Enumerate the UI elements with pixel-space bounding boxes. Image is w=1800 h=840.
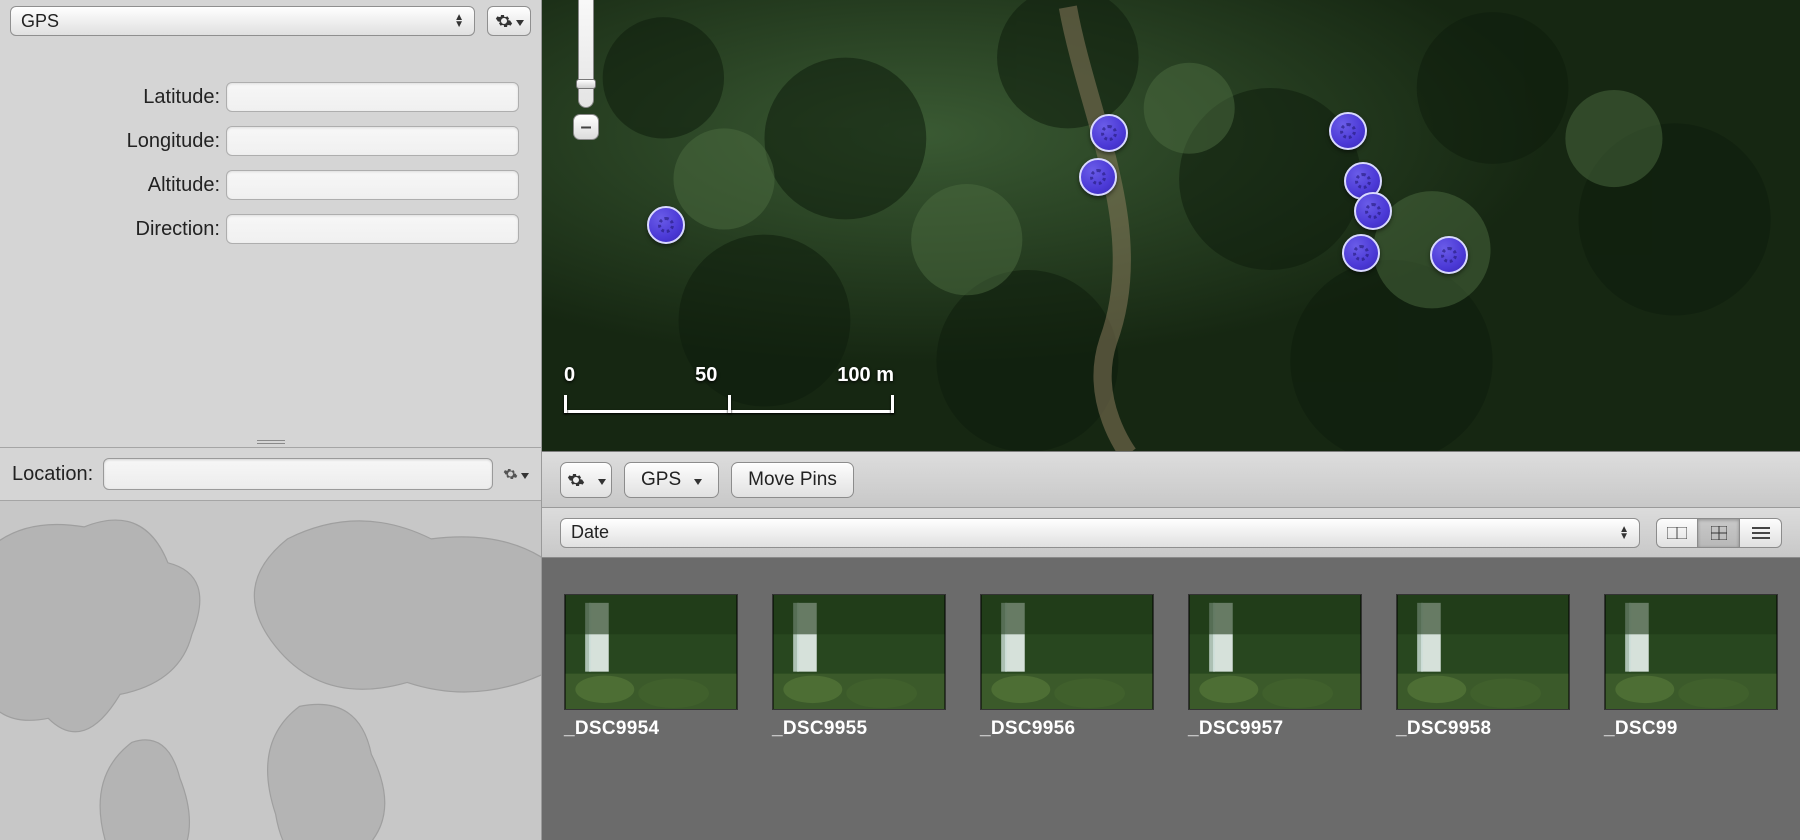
zoom-control: –	[570, 0, 602, 140]
map-settings-button[interactable]	[560, 462, 612, 498]
updown-icon: ▲▼	[454, 14, 464, 28]
map-toolbar: GPS Move Pins	[542, 452, 1800, 508]
thumbnail-image	[1604, 594, 1778, 710]
view-list-button[interactable]	[1740, 518, 1782, 548]
direction-label: Direction:	[22, 218, 226, 241]
location-settings-button[interactable]	[503, 461, 529, 487]
map-pin[interactable]	[1090, 114, 1128, 152]
map-scale-bar: 0 50 100 m	[564, 364, 894, 413]
longitude-input[interactable]	[226, 126, 519, 156]
metadata-view-label: GPS	[21, 11, 59, 32]
chevron-down-icon	[516, 20, 524, 26]
map-canvas[interactable]: – 0 50 100 m	[542, 0, 1800, 452]
latitude-input[interactable]	[226, 82, 519, 112]
view-filmstrip-button[interactable]	[1656, 518, 1698, 548]
map-pin[interactable]	[647, 206, 685, 244]
thumbnail-caption: _DSC9958	[1396, 718, 1570, 740]
view-mode-segmented	[1656, 518, 1782, 548]
location-label: Location:	[12, 463, 93, 486]
sort-select[interactable]: Date ▲▼	[560, 518, 1640, 548]
metadata-sidebar: GPS ▲▼ Latitude: Longitude: Altitude:	[0, 0, 542, 840]
thumbnail[interactable]: _DSC99	[1604, 594, 1778, 740]
thumbnail-image	[1188, 594, 1362, 710]
gear-icon	[503, 465, 518, 483]
filmstrip-icon	[1667, 527, 1687, 539]
chevron-down-icon	[598, 479, 606, 485]
thumbnail-image	[1396, 594, 1570, 710]
chevron-down-icon	[521, 473, 529, 479]
metadata-view-select[interactable]: GPS ▲▼	[10, 6, 475, 36]
gps-menu-label: GPS	[641, 469, 681, 491]
scale-label-100: 100 m	[837, 364, 894, 387]
thumbnail[interactable]: _DSC9957	[1188, 594, 1362, 740]
filmstrip[interactable]: _DSC9954 _DSC9955 _DSC9956 _DSC9957 _DSC9958…	[542, 558, 1800, 840]
map-pin[interactable]	[1079, 158, 1117, 196]
latitude-label: Latitude:	[22, 86, 226, 109]
thumbnail[interactable]: _DSC9954	[564, 594, 738, 740]
chevron-down-icon	[694, 479, 702, 485]
thumbnail-caption: _DSC9957	[1188, 718, 1362, 740]
map-pin[interactable]	[1342, 234, 1380, 272]
list-icon	[1752, 527, 1770, 539]
map-pin[interactable]	[1430, 236, 1468, 274]
thumbnail-caption: _DSC99	[1604, 718, 1778, 740]
thumbnail[interactable]: _DSC9958	[1396, 594, 1570, 740]
sort-label: Date	[571, 522, 609, 543]
map-pin[interactable]	[1354, 192, 1392, 230]
altitude-input[interactable]	[226, 170, 519, 200]
view-grid-button[interactable]	[1698, 518, 1740, 548]
scale-label-50: 50	[695, 364, 717, 387]
thumbnail[interactable]: _DSC9955	[772, 594, 946, 740]
thumbnail-caption: _DSC9956	[980, 718, 1154, 740]
scale-label-0: 0	[564, 364, 575, 387]
location-input[interactable]	[103, 458, 493, 490]
gps-form: Latitude: Longitude: Altitude: Direction…	[0, 42, 541, 258]
thumbnail[interactable]: _DSC9956	[980, 594, 1154, 740]
move-pins-button[interactable]: Move Pins	[731, 462, 854, 498]
zoom-out-button[interactable]: –	[573, 114, 599, 140]
gear-icon	[567, 471, 585, 489]
thumbnail-image	[772, 594, 946, 710]
metadata-settings-button[interactable]	[487, 6, 531, 36]
gear-icon	[495, 12, 513, 30]
thumbnail-caption: _DSC9955	[772, 718, 946, 740]
zoom-slider-thumb[interactable]	[576, 79, 596, 89]
thumbnail-image	[980, 594, 1154, 710]
thumbnail-image	[564, 594, 738, 710]
overview-world-map[interactable]	[0, 500, 541, 840]
updown-icon: ▲▼	[1619, 526, 1629, 540]
zoom-slider[interactable]	[578, 0, 594, 108]
panel-resize-handle[interactable]	[0, 437, 541, 447]
map-pin[interactable]	[1329, 112, 1367, 150]
move-pins-label: Move Pins	[748, 469, 837, 491]
grid-icon	[1711, 526, 1727, 540]
altitude-label: Altitude:	[22, 174, 226, 197]
filmstrip-header: Date ▲▼	[542, 508, 1800, 558]
gps-menu-button[interactable]: GPS	[624, 462, 719, 498]
minus-icon: –	[580, 116, 591, 139]
longitude-label: Longitude:	[22, 130, 226, 153]
thumbnail-caption: _DSC9954	[564, 718, 738, 740]
direction-input[interactable]	[226, 214, 519, 244]
